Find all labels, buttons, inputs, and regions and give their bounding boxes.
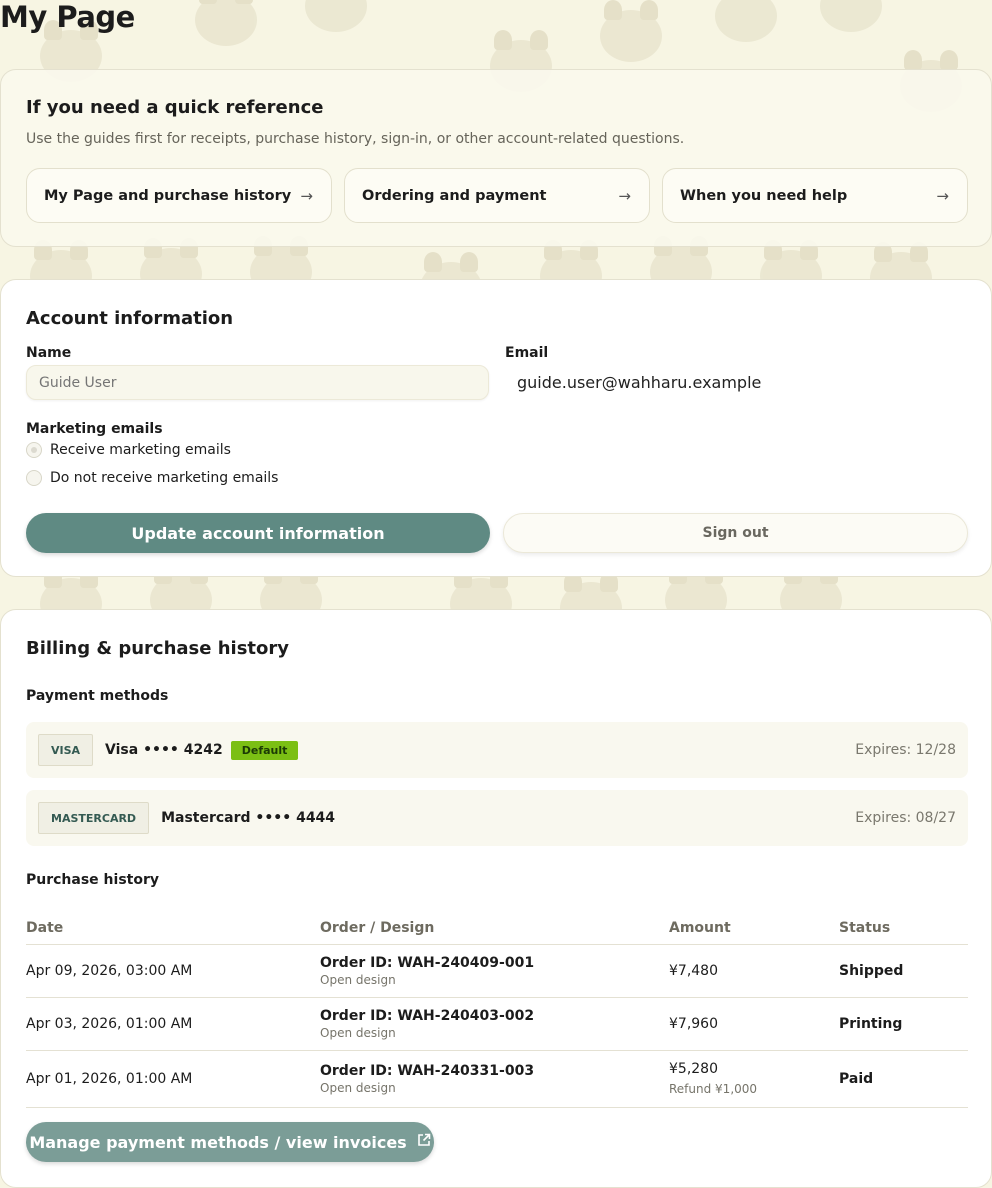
payment-methods-heading: Payment methods [26,688,169,704]
refund-amount: Refund ¥1,000 [669,1082,758,1096]
sign-out-button[interactable]: Sign out [503,513,968,553]
radio-receive-marketing[interactable]: Receive marketing emails [26,442,231,458]
order-cell: Order ID: WAH-240403-002 Open design [320,997,669,1051]
order-id: Order ID: WAH-240403-002 [320,1007,535,1024]
arrow-right-icon: → [300,186,313,205]
payment-method-label: Visa •••• 4242 [105,742,223,758]
order-id: Order ID: WAH-240331-003 [320,1062,535,1079]
manage-payment-methods-button[interactable]: Manage payment methods / view invoices [26,1122,434,1162]
radio-label: Receive marketing emails [50,442,231,458]
purchase-history-heading: Purchase history [26,872,159,888]
radio-button[interactable] [26,470,42,486]
guide-label: Ordering and payment [362,187,547,204]
radio-do-not-receive-marketing[interactable]: Do not receive marketing emails [26,470,278,486]
manage-button-label: Manage payment methods / view invoices [29,1132,407,1152]
reference-description: Use the guides first for receipts, purch… [26,131,685,147]
table-row: Apr 03, 2026, 01:00 AM Order ID: WAH-240… [26,997,968,1051]
column-header-status: Status [839,908,968,945]
arrow-right-icon: → [618,186,631,205]
email-value: guide.user@wahharu.example [517,373,762,392]
order-cell: Order ID: WAH-240331-003 Open design [320,1050,669,1108]
table-row: Apr 09, 2026, 03:00 AM Order ID: WAH-240… [26,944,968,998]
order-amount: ¥7,480 [669,944,839,998]
guide-label: My Page and purchase history [44,187,292,204]
payment-method-expiry: Expires: 08/27 [855,810,956,826]
update-account-button[interactable]: Update account information [26,513,490,553]
payment-method-label: Mastercard •••• 4444 [161,810,336,826]
email-label: Email [505,345,549,361]
page-title: My Page [0,0,135,34]
guide-my-page-purchase-history[interactable]: My Page and purchase history → [26,168,332,223]
open-design-link[interactable]: Open design [320,1026,669,1040]
order-id: Order ID: WAH-240409-001 [320,954,535,971]
purchase-history-table: Date Order / Design Amount Status Apr 09… [26,908,968,1108]
payment-method-row: VISA Visa •••• 4242 Default Expires: 12/… [26,722,968,778]
external-link-icon [417,1133,431,1151]
order-date: Apr 09, 2026, 03:00 AM [26,944,320,998]
open-design-link[interactable]: Open design [320,973,669,987]
order-amount: ¥7,960 [669,997,839,1051]
guide-when-you-need-help[interactable]: When you need help → [662,168,968,223]
billing-purchase-history-card: Billing & purchase history Payment metho… [0,609,992,1188]
reference-heading: If you need a quick reference [26,97,324,118]
default-badge: Default [230,740,299,760]
column-header-amount: Amount [669,908,839,945]
arrow-right-icon: → [936,186,949,205]
payment-method-expiry: Expires: 12/28 [855,742,956,758]
table-row: Apr 01, 2026, 01:00 AM Order ID: WAH-240… [26,1050,968,1108]
radio-button-checked[interactable] [26,442,42,458]
payment-method-row: MASTERCARD Mastercard •••• 4444 Expires:… [26,790,968,846]
order-status: Shipped [839,944,968,998]
guide-label: When you need help [680,187,848,204]
order-cell: Order ID: WAH-240409-001 Open design [320,944,669,998]
order-date: Apr 03, 2026, 01:00 AM [26,997,320,1051]
account-information-card: Account information Name Email guide.use… [0,279,992,577]
column-header-date: Date [26,908,320,945]
account-heading: Account information [26,308,234,329]
order-status: Printing [839,997,968,1051]
mastercard-card-icon: MASTERCARD [38,802,150,834]
radio-label: Do not receive marketing emails [50,470,279,486]
column-header-order-design: Order / Design [320,908,669,945]
order-date: Apr 01, 2026, 01:00 AM [26,1050,320,1108]
billing-heading: Billing & purchase history [26,638,290,659]
marketing-emails-label: Marketing emails [26,421,163,437]
visa-card-icon: VISA [38,734,94,766]
guide-ordering-payment[interactable]: Ordering and payment → [344,168,650,223]
order-amount-cell: ¥5,280 Refund ¥1,000 [669,1050,839,1108]
quick-reference-card: If you need a quick reference Use the gu… [0,69,992,247]
order-amount: ¥5,280 [669,1061,718,1077]
open-design-link[interactable]: Open design [320,1081,669,1095]
name-input[interactable] [26,365,489,400]
name-label: Name [26,345,72,361]
order-status: Paid [839,1050,968,1108]
